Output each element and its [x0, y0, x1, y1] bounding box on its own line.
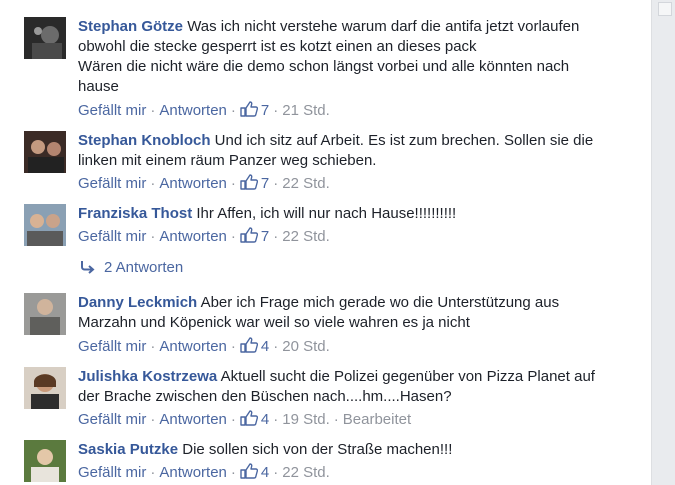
like-count[interactable]: 7 [261, 102, 269, 119]
comment-text: Und ich sitz auf Arbeit. Es ist zum brec… [214, 132, 594, 149]
like-link[interactable]: Gefällt mir [78, 102, 146, 119]
comment-actions: Gefällt mir · Antworten · 7 · 22 Std. [78, 227, 330, 247]
comment-text: Wären die nicht wäre die demo schon läng… [78, 58, 570, 75]
separator-dot: · [230, 175, 236, 192]
comment-author[interactable]: Stephan Götze [78, 18, 183, 35]
separator-dot: · [230, 411, 236, 428]
comment-text: Aktuell sucht die Polizei gegenüber von … [220, 368, 595, 385]
thumbs-up-icon[interactable] [240, 101, 258, 121]
comment-body: Stephan Knobloch Und ich sitz auf Arbeit… [78, 131, 631, 171]
separator-dot: · [230, 228, 236, 245]
comment-author[interactable]: Julishka Kostrzewa [78, 368, 217, 385]
comment-body: Danny Leckmich Aber ich Frage mich gerad… [78, 293, 631, 333]
reply-arrow-icon [81, 261, 95, 274]
comment-text: hause [78, 78, 119, 95]
separator-dot: · [230, 464, 236, 481]
thumbs-up-icon[interactable] [240, 410, 258, 430]
edited-label[interactable]: Bearbeitet [343, 411, 411, 428]
reply-link[interactable]: Antworten [159, 175, 227, 192]
comment-text: der Brache zwischen den Büschen nach....… [78, 388, 452, 405]
separator-dot: · [150, 228, 156, 245]
separator-dot: · [273, 175, 279, 192]
separator-dot: · [273, 228, 279, 245]
comment-text: Was ich nicht verstehe warum darf die an… [187, 18, 580, 35]
view-replies-link[interactable]: 2 Antworten [80, 259, 183, 276]
timestamp[interactable]: 22 Std. [282, 175, 330, 192]
right-sidebar-edge [651, 0, 675, 485]
avatar[interactable] [24, 131, 66, 173]
reply-link[interactable]: Antworten [159, 464, 227, 481]
separator-dot: · [273, 464, 279, 481]
avatar[interactable] [24, 293, 66, 335]
like-link[interactable]: Gefällt mir [78, 411, 146, 428]
like-link[interactable]: Gefällt mir [78, 338, 146, 355]
separator-dot: · [273, 411, 279, 428]
reply-link[interactable]: Antworten [159, 102, 227, 119]
comment-actions: Gefällt mir · Antworten · 4 · 22 Std. [78, 463, 330, 483]
scroll-stub[interactable] [658, 2, 672, 16]
separator-dot: · [230, 338, 236, 355]
replies-label: 2 Antworten [104, 259, 184, 276]
timestamp[interactable]: 22 Std. [282, 464, 330, 481]
comment-text: Marzahn und Köpenick war weil so viele w… [78, 314, 470, 331]
separator-dot: · [150, 464, 156, 481]
comment-text: Ihr Affen, ich will nur nach Hause!!!!!!… [196, 205, 457, 222]
comment-actions: Gefällt mir · Antworten · 7 · 21 Std. [78, 101, 330, 121]
comment-actions: Gefällt mir · Antworten · 4 · 19 Std. · Bearbeit… [78, 410, 411, 430]
avatar[interactable] [24, 367, 66, 409]
like-link[interactable]: Gefällt mir [78, 175, 146, 192]
avatar[interactable] [24, 204, 66, 246]
like-count[interactable]: 4 [261, 338, 269, 355]
timestamp[interactable]: 22 Std. [282, 228, 330, 245]
separator-dot: · [150, 411, 156, 428]
avatar[interactable] [24, 17, 66, 59]
comment-text: Die sollen sich von der Straße machen!!! [182, 441, 453, 458]
reply-link[interactable]: Antworten [159, 411, 227, 428]
timestamp[interactable]: 21 Std. [282, 102, 330, 119]
separator-dot: · [273, 338, 279, 355]
thumbs-up-icon[interactable] [240, 174, 258, 194]
thumbs-up-icon[interactable] [240, 337, 258, 357]
separator-dot: · [333, 411, 339, 428]
timestamp[interactable]: 20 Std. [282, 338, 330, 355]
thumbs-up-icon[interactable] [240, 227, 258, 247]
comment-body: Franziska Thost Ihr Affen, ich will nur … [78, 204, 631, 224]
comment-body: Stephan Götze Was ich nicht verstehe war… [78, 17, 631, 97]
reply-link[interactable]: Antworten [159, 228, 227, 245]
separator-dot: · [150, 175, 156, 192]
comment-text: obwohl die stecke gesperrt ist es kotzt … [78, 38, 477, 55]
timestamp[interactable]: 19 Std. [282, 411, 330, 428]
separator-dot: · [273, 102, 279, 119]
like-count[interactable]: 7 [261, 228, 269, 245]
avatar[interactable] [24, 440, 66, 482]
comment-author[interactable]: Franziska Thost [78, 205, 192, 222]
comments-panel: Stephan Götze Was ich nicht verstehe war… [0, 0, 651, 485]
comment-body: Julishka Kostrzewa Aktuell sucht die Pol… [78, 367, 631, 407]
comment-text: Aber ich Frage mich gerade wo die Unters… [200, 294, 560, 311]
comment-actions: Gefällt mir · Antworten · 4 · 20 Std. [78, 337, 330, 357]
comment-text: linken mit einem räum Panzer weg schiebe… [78, 152, 377, 169]
like-count[interactable]: 7 [261, 175, 269, 192]
thumbs-up-icon[interactable] [240, 463, 258, 483]
comment-actions: Gefällt mir · Antworten · 7 · 22 Std. [78, 174, 330, 194]
reply-link[interactable]: Antworten [159, 338, 227, 355]
like-count[interactable]: 4 [261, 411, 269, 428]
like-link[interactable]: Gefällt mir [78, 228, 146, 245]
separator-dot: · [150, 102, 156, 119]
separator-dot: · [230, 102, 236, 119]
separator-dot: · [150, 338, 156, 355]
comment-author[interactable]: Danny Leckmich [78, 294, 197, 311]
like-link[interactable]: Gefällt mir [78, 464, 146, 481]
comment-author[interactable]: Stephan Knobloch [78, 132, 211, 149]
comment-author[interactable]: Saskia Putzke [78, 441, 178, 458]
comment-body: Saskia Putzke Die sollen sich von der St… [78, 440, 631, 460]
like-count[interactable]: 4 [261, 464, 269, 481]
